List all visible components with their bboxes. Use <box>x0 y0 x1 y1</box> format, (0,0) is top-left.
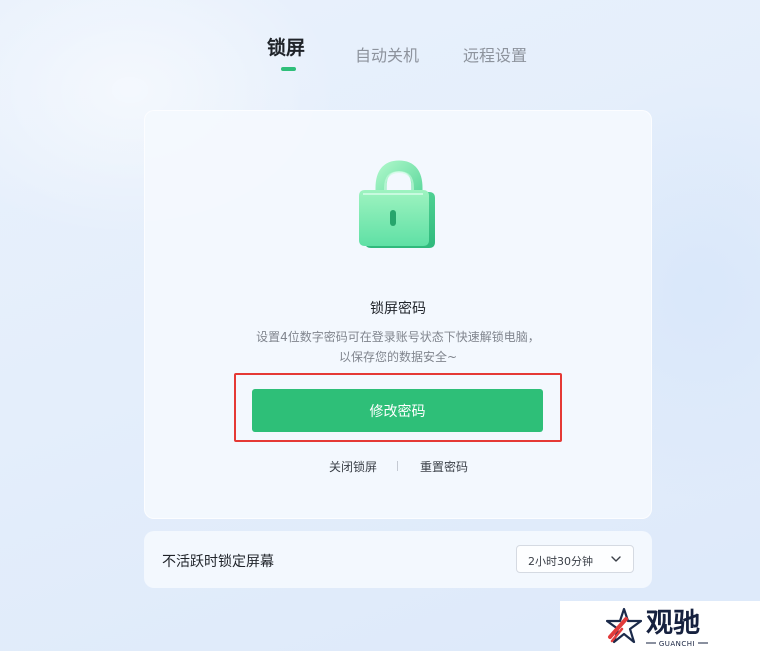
watermark-sub-text: GUANCHI <box>659 640 695 648</box>
tab-lock-screen[interactable]: 锁屏 <box>267 33 305 60</box>
inactivity-duration-select[interactable]: 2小时30分钟 <box>516 545 634 573</box>
inactivity-lock-setting: 不活跃时锁定屏幕 2小时30分钟 <box>144 531 652 588</box>
setting-label: 不活跃时锁定屏幕 <box>162 554 274 570</box>
link-divider <box>397 461 398 471</box>
tab-auto-shutdown[interactable]: 自动关机 <box>355 42 419 66</box>
watermark-wordmark: 观驰 GUANCHI <box>646 608 708 648</box>
card-description: 设置4位数字密码可在登录账号状态下快速解锁电脑，以保存您的数据安全~ <box>256 330 540 364</box>
padlock-icon <box>359 160 435 248</box>
guanchi-watermark-logo: 观驰 GUANCHI <box>560 601 760 651</box>
tab-bar: 锁屏 自动关机 远程设置 <box>0 34 760 74</box>
disable-lock-link[interactable]: 关闭锁屏 <box>329 458 377 475</box>
card-title: 锁屏密码 <box>370 301 426 317</box>
active-tab-indicator <box>281 67 296 71</box>
watermark-brand-text: 观驰 <box>646 608 700 639</box>
chevron-down-icon <box>611 556 621 562</box>
modify-password-button[interactable]: 修改密码 <box>252 389 543 432</box>
tab-remote-settings[interactable]: 远程设置 <box>463 42 527 66</box>
star-logo-icon <box>606 607 642 644</box>
select-value: 2小时30分钟 <box>528 555 593 568</box>
reset-password-link[interactable]: 重置密码 <box>420 458 468 475</box>
lock-password-card: 锁屏密码 设置4位数字密码可在登录账号状态下快速解锁电脑，以保存您的数据安全~ … <box>144 110 652 519</box>
modify-password-label: 修改密码 <box>369 403 426 420</box>
